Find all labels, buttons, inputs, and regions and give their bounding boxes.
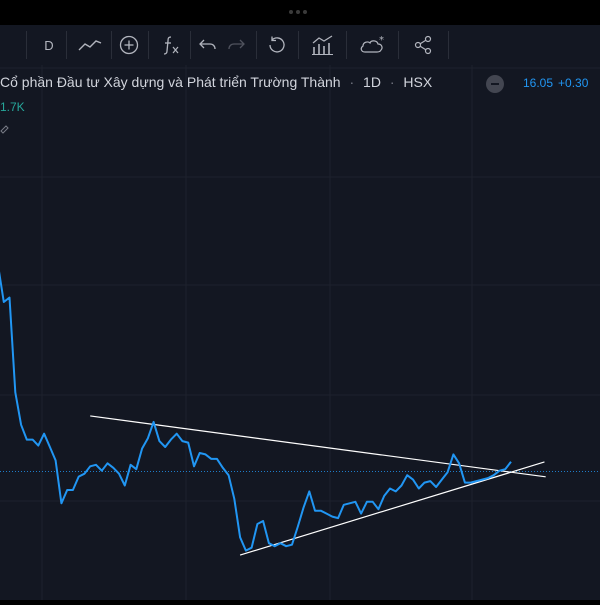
bar-chart-trend-icon xyxy=(312,35,333,55)
toolbar-separator xyxy=(148,31,149,59)
toolbar-separator xyxy=(256,31,257,59)
replay-icon xyxy=(269,36,285,53)
share-icon xyxy=(414,35,432,55)
legend-exchange: HSX xyxy=(403,74,433,90)
redo-button[interactable] xyxy=(224,25,248,65)
toolbar-separator xyxy=(190,31,191,59)
price-change: +0.30 xyxy=(558,76,589,90)
cloud-star-icon: * xyxy=(360,35,384,53)
toolbar-separator xyxy=(398,31,399,59)
toolbar-separator xyxy=(26,31,27,59)
chart-type-button[interactable] xyxy=(72,25,108,65)
legend-interval: 1D xyxy=(363,74,381,90)
symbol-title: Cổ phần Đầu tư Xây dựng và Phát triển Tr… xyxy=(0,74,341,90)
minus-icon xyxy=(491,83,499,85)
undo-icon xyxy=(199,39,216,50)
indicators-button[interactable] xyxy=(156,25,186,65)
hide-legend-toggle[interactable] xyxy=(486,75,504,93)
chart-toolbar: D * xyxy=(0,25,600,65)
replay-button[interactable] xyxy=(262,25,292,65)
volume-readout: 1.7K xyxy=(0,100,25,114)
toolbar-separator xyxy=(448,31,449,59)
symbol-legend[interactable]: Cổ phần Đầu tư Xây dựng và Phát triển Tr… xyxy=(0,74,432,90)
function-fx-icon xyxy=(163,36,179,55)
plus-circle-icon xyxy=(119,35,139,55)
svg-text:*: * xyxy=(379,35,384,46)
price-chart[interactable] xyxy=(0,65,600,600)
indicator-settings-icon[interactable] xyxy=(0,122,10,141)
window-handle-dots[interactable] xyxy=(289,10,307,14)
toolbar-separator xyxy=(111,31,112,59)
interval-label: D xyxy=(44,37,54,53)
legend-separator: · xyxy=(349,74,355,90)
line-chart-icon xyxy=(78,40,102,51)
financials-button[interactable] xyxy=(308,25,338,65)
undo-button[interactable] xyxy=(196,25,220,65)
toolbar-separator xyxy=(298,31,299,59)
weather-alert-button[interactable]: * xyxy=(356,25,390,65)
price-series-line xyxy=(0,271,512,552)
trendline-resistance[interactable] xyxy=(90,415,546,478)
legend-separator: · xyxy=(389,74,395,90)
interval-button[interactable]: D xyxy=(36,25,62,65)
trendline-support[interactable] xyxy=(239,461,545,556)
toolbar-separator xyxy=(66,31,67,59)
last-price: 16.05 xyxy=(523,76,554,90)
price-readout: 16.05 +0.30 xyxy=(523,76,588,90)
add-comparison-button[interactable] xyxy=(114,25,144,65)
redo-icon xyxy=(228,39,245,50)
toolbar-separator xyxy=(346,31,347,59)
share-button[interactable] xyxy=(410,25,436,65)
chart-pane[interactable] xyxy=(0,65,600,600)
device-status-bar xyxy=(0,0,600,25)
